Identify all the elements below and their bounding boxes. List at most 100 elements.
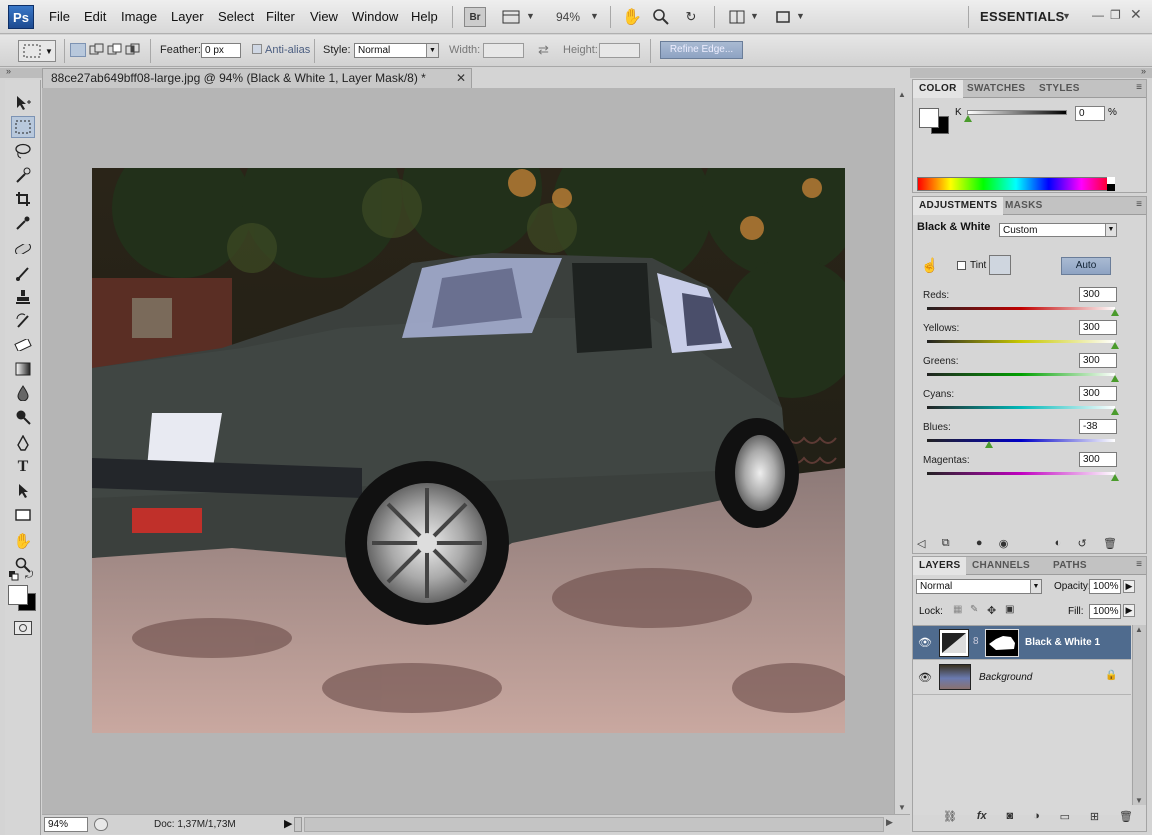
slider-thumb[interactable] (985, 441, 994, 448)
swap-colors-icon[interactable]: ⤾ (25, 570, 33, 581)
intersect-selection-icon[interactable] (125, 43, 141, 57)
eraser-tool-icon[interactable] (11, 334, 35, 356)
back-arrow-icon[interactable]: ◁ (917, 537, 925, 550)
height-input[interactable] (599, 43, 640, 58)
scroll-down-icon[interactable]: ▼ (898, 803, 906, 812)
slider-track[interactable] (927, 472, 1115, 475)
fill-input[interactable]: 100% (1089, 604, 1121, 619)
blur-tool-icon[interactable] (11, 382, 35, 404)
screen-mode-icon[interactable] (772, 7, 794, 27)
tab-masks[interactable]: MASKS (999, 197, 1049, 215)
hand-tool-icon[interactable]: ✋ (11, 530, 35, 552)
scroll-right-icon[interactable]: ▶ (886, 817, 893, 828)
tab-layers[interactable]: LAYERS (913, 557, 967, 575)
expand-view-icon[interactable]: ⧉ (942, 537, 950, 550)
add-mask-icon[interactable]: ◙ (1007, 810, 1014, 823)
opacity-input[interactable]: 100% (1089, 579, 1121, 594)
new-selection-icon[interactable] (70, 43, 86, 57)
slider-value-input[interactable]: 300 (1079, 386, 1117, 401)
status-info-icon[interactable] (94, 818, 108, 831)
new-group-icon[interactable]: ▭ (1060, 810, 1070, 823)
lock-all-icon[interactable]: ▣ (1005, 604, 1014, 615)
black-swatch[interactable] (1107, 184, 1115, 191)
slider-track[interactable] (927, 340, 1115, 343)
vertical-scrollbar[interactable]: ▲ ▼ (894, 88, 910, 814)
rotate-view-icon[interactable]: ↻ (680, 7, 702, 27)
history-brush-tool-icon[interactable] (11, 310, 35, 332)
k-slider[interactable] (967, 110, 1067, 115)
tool-preset-picker[interactable]: ▼ (18, 40, 56, 62)
auto-button[interactable]: Auto (1061, 257, 1111, 275)
panel-menu-icon[interactable]: ≡ (1136, 199, 1142, 210)
close-document-icon[interactable]: ✕ (456, 71, 466, 85)
move-tool-icon[interactable] (11, 92, 35, 114)
new-layer-icon[interactable]: ⊞ (1090, 810, 1099, 823)
targeted-adjustment-icon[interactable]: ☝ (921, 257, 938, 274)
menu-file[interactable]: File (49, 9, 70, 24)
preset-select[interactable]: Custom ▼ (999, 223, 1117, 237)
horizontal-scrollbar[interactable] (304, 817, 884, 832)
eyedropper-tool-icon[interactable] (11, 212, 35, 234)
zoom-level-display[interactable]: 94% (556, 10, 580, 24)
panel-menu-icon[interactable]: ≡ (1136, 559, 1142, 570)
hand-tool-icon[interactable]: ✋ (621, 7, 643, 27)
slider-track[interactable] (927, 373, 1115, 376)
tab-adjustments[interactable]: ADJUSTMENTS (913, 197, 1004, 215)
restore-icon[interactable]: ❐ (1110, 8, 1121, 22)
fill-arrow-icon[interactable]: ▶ (1123, 604, 1135, 617)
menu-select[interactable]: Select (218, 9, 254, 24)
chevron-down-icon[interactable]: ▼ (1030, 580, 1041, 593)
arrange-documents-icon[interactable] (726, 7, 748, 27)
tint-color-swatch[interactable] (989, 255, 1011, 275)
workspace-switcher[interactable]: ESSENTIALS (980, 9, 1065, 24)
tab-styles[interactable]: STYLES (1033, 80, 1086, 98)
feather-input[interactable]: 0 px (201, 43, 241, 58)
document-tab[interactable]: 88ce27ab649bff08-large.jpg @ 94% (Black … (42, 68, 472, 88)
trash-icon[interactable]: 🗑 (1119, 810, 1133, 823)
slider-track[interactable] (927, 439, 1115, 442)
link-icon[interactable]: 8 (973, 636, 979, 647)
quick-selection-tool-icon[interactable] (11, 164, 35, 186)
layer-name[interactable]: Black & White 1 (1025, 637, 1100, 648)
slider-thumb[interactable] (1111, 342, 1119, 349)
chevron-down-icon[interactable]: ▼ (590, 11, 599, 21)
trash-icon[interactable]: 🗑 (1103, 537, 1117, 550)
blend-mode-select[interactable]: Normal ▼ (916, 579, 1042, 594)
chevron-down-icon[interactable]: ▼ (750, 11, 759, 21)
chevron-down-icon[interactable]: ▼ (45, 47, 53, 56)
slider-thumb[interactable] (1111, 408, 1119, 415)
slider-value-input[interactable]: 300 (1079, 287, 1117, 302)
lasso-tool-icon[interactable] (11, 140, 35, 162)
extras-icon[interactable] (500, 7, 522, 27)
width-input[interactable] (483, 43, 524, 58)
layer-mask-thumbnail[interactable] (985, 629, 1019, 657)
zoom-input[interactable]: 94% (44, 817, 88, 832)
close-icon[interactable]: ✕ (1130, 6, 1142, 23)
type-tool-icon[interactable]: T (11, 456, 35, 478)
link-layers-icon[interactable]: ⛓ (943, 810, 957, 823)
style-select[interactable]: Normal ▼ (354, 43, 439, 58)
slider-value-input[interactable]: -38 (1079, 419, 1117, 434)
add-to-selection-icon[interactable] (89, 43, 105, 57)
layer-name[interactable]: Background (979, 672, 1032, 683)
quick-mask-icon[interactable] (14, 621, 32, 635)
menu-edit[interactable]: Edit (84, 9, 106, 24)
tint-checkbox[interactable] (957, 261, 966, 270)
menu-filter[interactable]: Filter (266, 9, 295, 24)
zoom-tool-icon[interactable] (650, 7, 672, 27)
chevron-down-icon[interactable]: ▼ (1062, 11, 1071, 21)
chevron-down-icon[interactable]: ▼ (796, 11, 805, 21)
scroll-down-icon[interactable]: ▼ (1135, 796, 1143, 805)
scroll-left-icon[interactable] (294, 817, 302, 832)
rectangular-marquee-tool-icon[interactable] (11, 116, 35, 138)
eye-icon[interactable]: 👁 (918, 671, 932, 684)
gradient-tool-icon[interactable] (11, 358, 35, 380)
slider-track[interactable] (927, 406, 1115, 409)
antialias-checkbox[interactable] (252, 44, 262, 54)
slider-value-input[interactable]: 300 (1079, 320, 1117, 335)
swap-icon[interactable]: ⇄ (538, 42, 549, 58)
opacity-arrow-icon[interactable]: ▶ (1123, 580, 1135, 593)
menu-window[interactable]: Window (352, 9, 398, 24)
k-value-input[interactable]: 0 (1075, 106, 1105, 121)
chevron-down-icon[interactable]: ▼ (426, 44, 438, 57)
